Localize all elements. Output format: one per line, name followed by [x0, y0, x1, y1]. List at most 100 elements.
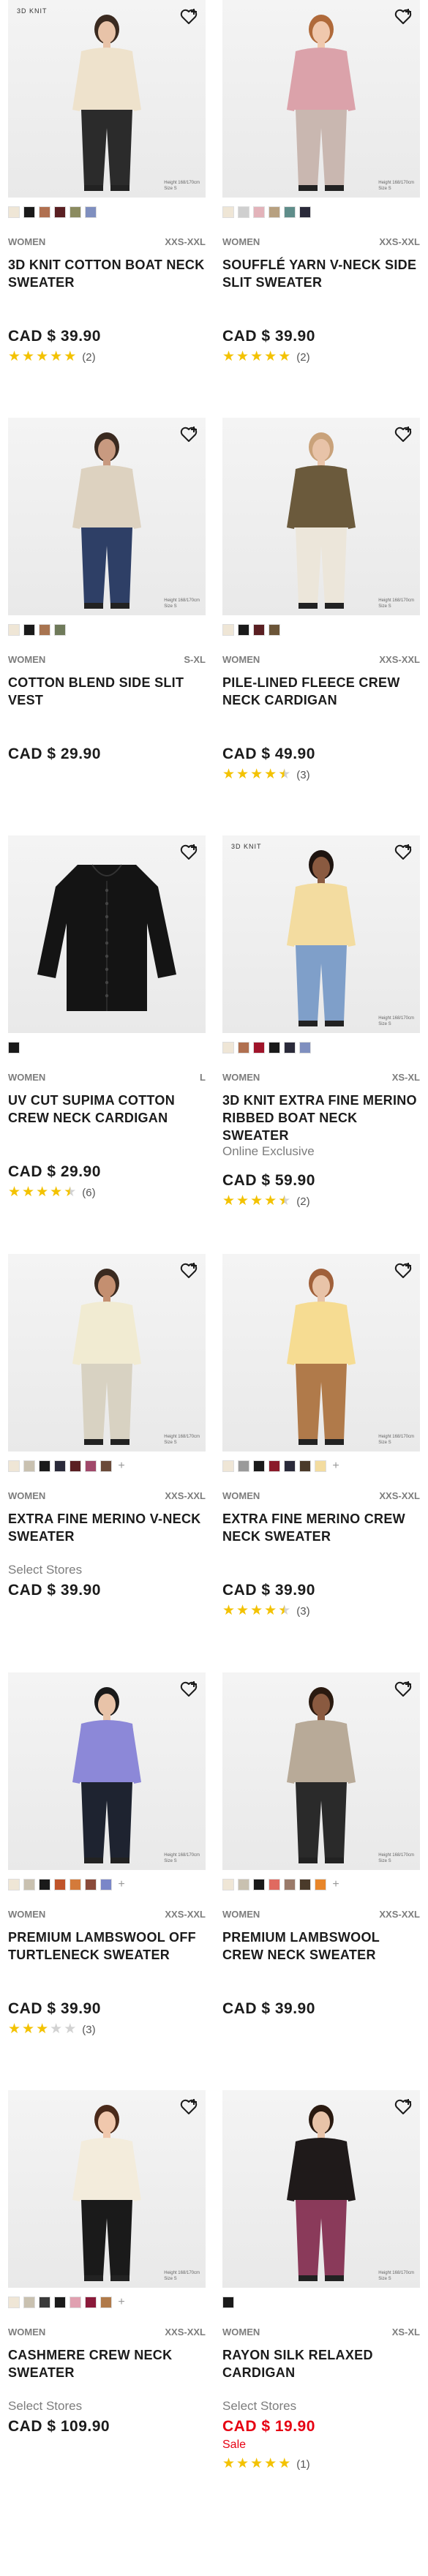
color-swatch[interactable]	[54, 206, 66, 218]
color-swatch[interactable]	[8, 1879, 20, 1890]
color-swatch[interactable]	[238, 1042, 249, 1054]
add-to-wishlist-icon[interactable]	[394, 2098, 413, 2117]
product-name[interactable]: 3D KNIT COTTON BOAT NECK SWEATER	[8, 256, 206, 291]
product-name[interactable]: CASHMERE CREW NECK SWEATER	[8, 2346, 206, 2381]
color-swatch[interactable]	[238, 624, 249, 636]
color-swatch[interactable]	[39, 624, 50, 636]
color-swatch[interactable]	[222, 1879, 234, 1890]
add-to-wishlist-icon[interactable]	[394, 843, 413, 862]
product-card[interactable]: Height 168/170cm Size S + WOMEN XXS-XXL CASHM…	[8, 2090, 206, 2500]
star-rating[interactable]: ★ ★ ★ ★ ★ (3)	[222, 767, 310, 781]
color-swatch[interactable]	[70, 2297, 81, 2308]
color-swatch[interactable]	[85, 1460, 97, 1472]
product-image[interactable]: Height 168/170cm Size S	[8, 418, 206, 615]
color-swatch[interactable]	[23, 1460, 35, 1472]
product-image[interactable]: 3D KNIT Height 168/170cm Size S	[8, 0, 206, 198]
product-name[interactable]: COTTON BLEND SIDE SLIT VEST	[8, 674, 206, 709]
add-to-wishlist-icon[interactable]	[179, 7, 198, 26]
add-to-wishlist-icon[interactable]	[179, 1680, 198, 1699]
color-swatch[interactable]	[8, 1042, 20, 1054]
color-swatch[interactable]	[253, 1879, 265, 1890]
product-name[interactable]: PILE-LINED FLEECE CREW NECK CARDIGAN	[222, 674, 420, 709]
color-swatch[interactable]	[8, 1460, 20, 1472]
product-image[interactable]	[8, 835, 206, 1033]
color-swatch[interactable]	[54, 624, 66, 636]
add-to-wishlist-icon[interactable]	[179, 1261, 198, 1280]
color-swatch[interactable]	[222, 1460, 234, 1472]
color-swatch[interactable]	[23, 206, 35, 218]
product-card[interactable]: WOMEN L UV CUT SUPIMA COTTON CREW NECK CAR…	[8, 835, 206, 1245]
more-colors-icon[interactable]: +	[116, 1460, 127, 1472]
star-rating[interactable]: ★ ★ ★ ★ ★ (2)	[222, 350, 310, 364]
color-swatch[interactable]	[8, 2297, 20, 2308]
add-to-wishlist-icon[interactable]	[179, 425, 198, 444]
star-rating[interactable]: ★ ★ ★ ★ ★ (3)	[222, 1604, 310, 1618]
color-swatch[interactable]	[299, 1042, 311, 1054]
color-swatch[interactable]	[70, 1460, 81, 1472]
product-image[interactable]: Height 168/170cm Size S	[222, 418, 420, 615]
add-to-wishlist-icon[interactable]	[394, 425, 413, 444]
star-rating[interactable]: ★ ★ ★ ★ ★ (2)	[8, 350, 96, 364]
star-rating[interactable]: ★ ★ ★ ★ ★ (1)	[222, 2457, 310, 2471]
product-image[interactable]: 3D KNIT Height 168/170cm Size S	[222, 835, 420, 1033]
color-swatch[interactable]	[39, 206, 50, 218]
color-swatch[interactable]	[100, 1460, 112, 1472]
color-swatch[interactable]	[315, 1460, 326, 1472]
color-swatch[interactable]	[39, 1460, 50, 1472]
color-swatch[interactable]	[54, 2297, 66, 2308]
color-swatch[interactable]	[222, 2297, 234, 2308]
color-swatch[interactable]	[85, 206, 97, 218]
product-card[interactable]: Height 168/170cm Size S + WOMEN XXS-XXL PREMI…	[8, 1672, 206, 2082]
product-card[interactable]: Height 168/170cm Size S WOMEN XXS-XXL SOUFFL…	[222, 0, 420, 410]
color-swatch[interactable]	[253, 1460, 265, 1472]
color-swatch[interactable]	[299, 1879, 311, 1890]
product-name[interactable]: SOUFFLÉ YARN V-NECK SIDE SLIT SWEATER	[222, 256, 420, 291]
color-swatch[interactable]	[269, 1879, 280, 1890]
color-swatch[interactable]	[222, 206, 234, 218]
color-swatch[interactable]	[238, 206, 249, 218]
color-swatch[interactable]	[100, 2297, 112, 2308]
product-name[interactable]: UV CUT SUPIMA COTTON CREW NECK CARDIGAN	[8, 1092, 206, 1127]
color-swatch[interactable]	[8, 624, 20, 636]
color-swatch[interactable]	[253, 1042, 265, 1054]
product-card[interactable]: Height 168/170cm Size S WOMEN XXS-XXL PILE-L…	[222, 418, 420, 827]
add-to-wishlist-icon[interactable]	[394, 1680, 413, 1699]
color-swatch[interactable]	[238, 1879, 249, 1890]
color-swatch[interactable]	[269, 624, 280, 636]
color-swatch[interactable]	[299, 1460, 311, 1472]
color-swatch[interactable]	[269, 1460, 280, 1472]
color-swatch[interactable]	[269, 206, 280, 218]
color-swatch[interactable]	[85, 1879, 97, 1890]
color-swatch[interactable]	[299, 206, 311, 218]
star-rating[interactable]: ★ ★ ★ ★ ★ (6)	[8, 1185, 96, 1199]
color-swatch[interactable]	[39, 2297, 50, 2308]
color-swatch[interactable]	[238, 1460, 249, 1472]
color-swatch[interactable]	[222, 624, 234, 636]
star-rating[interactable]: ★ ★ ★ ★ ★ (2)	[222, 1194, 310, 1208]
color-swatch[interactable]	[284, 206, 296, 218]
color-swatch[interactable]	[284, 1042, 296, 1054]
color-swatch[interactable]	[23, 1879, 35, 1890]
product-name[interactable]: PREMIUM LAMBSWOOL CREW NECK SWEATER	[222, 1929, 420, 1964]
more-colors-icon[interactable]: +	[330, 1879, 342, 1890]
color-swatch[interactable]	[39, 1879, 50, 1890]
product-name[interactable]: RAYON SILK RELAXED CARDIGAN	[222, 2346, 420, 2381]
color-swatch[interactable]	[85, 2297, 97, 2308]
color-swatch[interactable]	[269, 1042, 280, 1054]
color-swatch[interactable]	[23, 2297, 35, 2308]
product-image[interactable]: Height 168/170cm Size S	[222, 2090, 420, 2288]
product-name[interactable]: 3D KNIT EXTRA FINE MERINO RIBBED BOAT NE…	[222, 1092, 420, 1144]
color-swatch[interactable]	[315, 1879, 326, 1890]
product-name[interactable]: EXTRA FINE MERINO V-NECK SWEATER	[8, 1510, 206, 1545]
color-swatch[interactable]	[8, 206, 20, 218]
product-card[interactable]: Height 168/170cm Size S + WOMEN XXS-XXL PREMI…	[222, 1672, 420, 2082]
add-to-wishlist-icon[interactable]	[394, 7, 413, 26]
color-swatch[interactable]	[70, 1879, 81, 1890]
more-colors-icon[interactable]: +	[116, 1879, 127, 1890]
product-image[interactable]: Height 168/170cm Size S	[8, 2090, 206, 2288]
color-swatch[interactable]	[23, 624, 35, 636]
color-swatch[interactable]	[100, 1879, 112, 1890]
star-rating[interactable]: ★ ★ ★ ★ ★ (3)	[8, 2022, 96, 2036]
add-to-wishlist-icon[interactable]	[179, 843, 198, 862]
product-card[interactable]: Height 168/170cm Size S WOMEN S-XL COTTON BL…	[8, 418, 206, 827]
